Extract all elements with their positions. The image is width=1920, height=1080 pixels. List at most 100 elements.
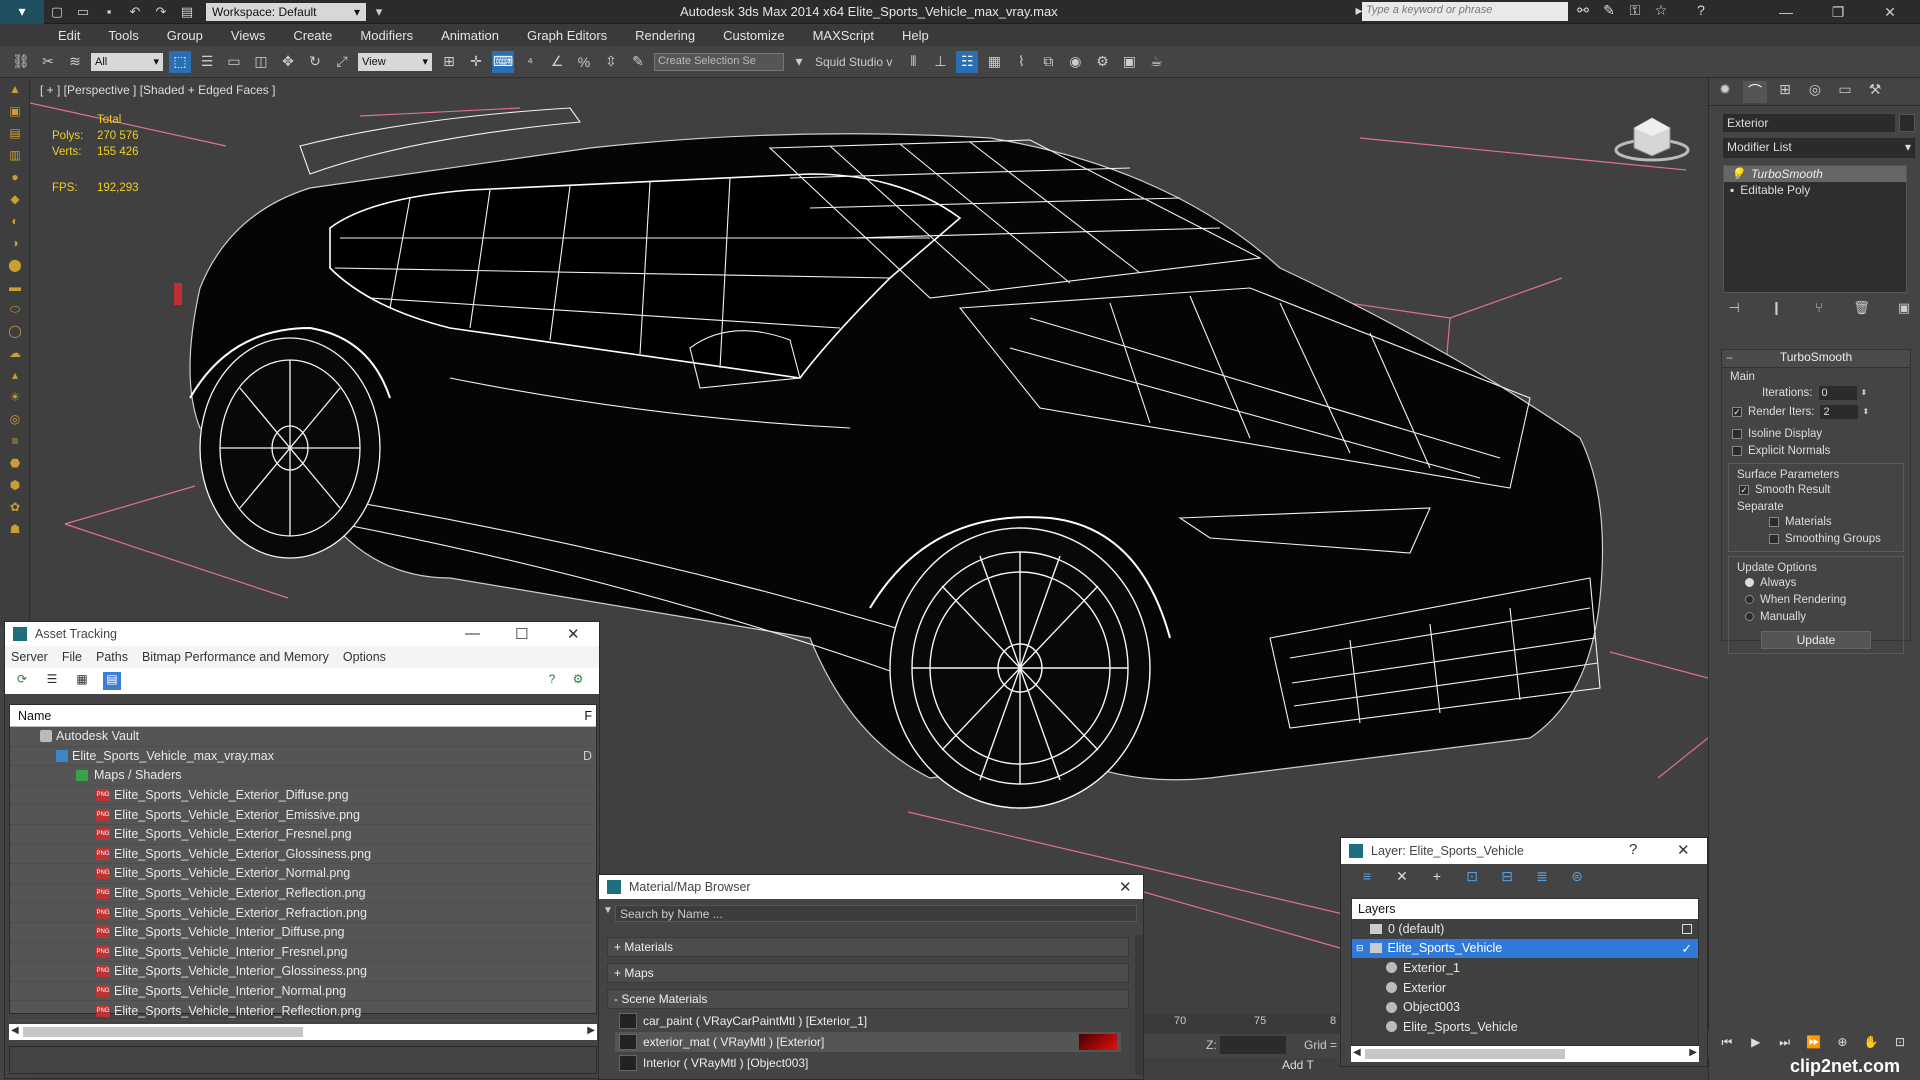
update-always-radio[interactable] xyxy=(1745,578,1754,587)
search-input[interactable]: Type a keyword or phrase xyxy=(1362,2,1568,21)
material-search-input[interactable]: Search by Name ... xyxy=(615,905,1137,922)
select-by-name-icon[interactable]: ☰ xyxy=(196,51,218,73)
rendered-frame-window-icon[interactable]: ▣ xyxy=(1118,51,1140,73)
checkmark-icon[interactable]: ✓ xyxy=(1682,941,1692,956)
help-icon[interactable]: ? xyxy=(543,672,561,690)
snaps-toggle-icon[interactable]: ⁴ xyxy=(519,51,541,73)
strip-icon-8[interactable]: ◑ xyxy=(4,236,26,254)
table-row[interactable]: PNG Elite_Sports_Vehicle_Interior_Fresnel… xyxy=(10,943,596,963)
scroll-left-icon[interactable]: ◀ xyxy=(11,1025,19,1036)
asset-menu-options[interactable]: Options xyxy=(343,650,386,664)
undo-icon[interactable]: ↶ xyxy=(124,2,146,22)
binoculars-icon[interactable]: ⚯ xyxy=(1572,2,1594,22)
table-row[interactable]: PNG Elite_Sports_Vehicle_Exterior_Glossin… xyxy=(10,845,596,865)
asset-tracking-titlebar[interactable]: Asset Tracking — ☐ ✕ xyxy=(5,622,599,646)
display-tab-icon[interactable]: ▭ xyxy=(1833,81,1857,103)
chevron-down-icon[interactable]: ▾ xyxy=(788,51,810,73)
update-manually-radio[interactable] xyxy=(1745,612,1754,621)
play-icon[interactable]: ▶ xyxy=(1747,1035,1765,1053)
scrollbar-thumb[interactable] xyxy=(1365,1049,1565,1059)
layer-window-titlebar[interactable]: Layer: Elite_Sports_Vehicle ? ✕ xyxy=(1341,838,1707,864)
create-tab-icon[interactable]: ✹ xyxy=(1713,81,1737,103)
update-when-rendering-radio[interactable] xyxy=(1745,595,1754,604)
table-view-icon[interactable]: ▤ xyxy=(103,672,121,690)
pan-view-icon[interactable]: ✋ xyxy=(1862,1035,1880,1053)
refresh-icon[interactable]: ⟳ xyxy=(13,672,31,690)
render-iters-checkbox[interactable]: ✓ xyxy=(1732,406,1742,417)
strip-icon-1[interactable]: ▲ xyxy=(4,82,26,100)
scale-icon[interactable]: ⤢ xyxy=(331,51,353,73)
horizontal-scrollbar[interactable]: ◀ ▶ xyxy=(1351,1046,1699,1062)
mirror-icon[interactable]: ⫴ xyxy=(902,51,924,73)
help-icon[interactable]: ? xyxy=(1690,2,1712,22)
menu-animation[interactable]: Animation xyxy=(441,28,499,43)
app-logo-icon[interactable]: ▾ xyxy=(0,0,44,24)
collapse-icon[interactable]: ⊟ xyxy=(1356,943,1364,954)
render-setup-icon[interactable]: ⚙ xyxy=(1091,51,1113,73)
strip-icon-17[interactable]: ≡ xyxy=(4,434,26,452)
align-icon[interactable]: ⊥ xyxy=(929,51,951,73)
strip-icon-12[interactable]: ◯ xyxy=(4,324,26,342)
smooth-result-checkbox[interactable]: ✓ xyxy=(1739,484,1749,495)
asset-menu-paths[interactable]: Paths xyxy=(96,650,128,664)
go-to-start-icon[interactable]: ⏮ xyxy=(1718,1035,1736,1053)
strip-icon-2[interactable]: ▣ xyxy=(4,104,26,122)
menu-tools[interactable]: Tools xyxy=(108,28,138,43)
strip-icon-9[interactable]: ⬤ xyxy=(4,258,26,276)
add-time-tag-label[interactable]: Add T xyxy=(1282,1058,1314,1072)
remove-modifier-icon[interactable]: 🗑 xyxy=(1851,300,1873,320)
squid-studio-label[interactable]: Squid Studio v xyxy=(815,55,892,69)
pin-stack-icon[interactable]: ⊣ xyxy=(1723,300,1745,320)
isoline-display-checkbox[interactable] xyxy=(1732,428,1742,439)
strip-icon-6[interactable]: ◆ xyxy=(4,192,26,210)
bind-space-warp-icon[interactable]: ≋ xyxy=(64,51,86,73)
configure-sets-icon[interactable]: ▣ xyxy=(1893,300,1915,320)
list-view-icon[interactable]: ☰ xyxy=(43,672,61,690)
table-row[interactable]: PNG Elite_Sports_Vehicle_Interior_Reflect… xyxy=(10,1001,596,1021)
favorites-star-icon[interactable]: ☆ xyxy=(1650,2,1672,22)
menu-help[interactable]: Help xyxy=(902,28,929,43)
explicit-normals-checkbox[interactable] xyxy=(1732,445,1742,456)
scroll-left-icon[interactable]: ◀ xyxy=(1353,1047,1361,1058)
strip-icon-20[interactable]: ✿ xyxy=(4,500,26,518)
strip-icon-5[interactable]: ● xyxy=(4,170,26,188)
utilities-tab-icon[interactable]: ⚒ xyxy=(1863,81,1887,103)
quick-access-menu-icon[interactable]: ▾ xyxy=(368,2,390,22)
help-icon[interactable]: ? xyxy=(1629,841,1637,858)
z-coordinate-field[interactable] xyxy=(1220,1036,1286,1054)
redo-icon[interactable]: ↷ xyxy=(150,2,172,22)
close-icon[interactable]: ✕ xyxy=(1677,841,1690,859)
viewport-label[interactable]: [ + ] [Perspective ] [Shaded + Edged Fac… xyxy=(40,83,275,97)
scene-materials-section[interactable]: - Scene Materials xyxy=(607,989,1129,1009)
open-file-icon[interactable]: ▭ xyxy=(72,2,94,22)
go-to-end-icon[interactable]: ⏭ xyxy=(1776,1035,1794,1053)
render-iters-spinner[interactable]: 2 xyxy=(1820,404,1859,419)
asset-menu-file[interactable]: File xyxy=(62,650,82,664)
menu-rendering[interactable]: Rendering xyxy=(635,28,695,43)
workspace-dropdown[interactable]: Workspace: Default ▾ xyxy=(206,2,366,21)
menu-customize[interactable]: Customize xyxy=(723,28,784,43)
table-row[interactable]: PNG Elite_Sports_Vehicle_Interior_Normal.… xyxy=(10,982,596,1002)
tree-row-maps-folder[interactable]: Maps / Shaders xyxy=(10,766,596,786)
browser-options-icon[interactable]: ▼ xyxy=(603,905,613,916)
reference-coordinate-dropdown[interactable]: View ▾ xyxy=(358,52,432,71)
table-row[interactable]: PNG Elite_Sports_Vehicle_Exterior_Normal.… xyxy=(10,864,596,884)
column-f[interactable]: F xyxy=(584,709,592,723)
select-objects-in-layer-icon[interactable]: ⊡ xyxy=(1462,868,1482,886)
strip-icon-3[interactable]: ▤ xyxy=(4,126,26,144)
table-row[interactable]: PNG Elite_Sports_Vehicle_Exterior_Diffuse… xyxy=(10,786,596,806)
zoom-extents-icon[interactable]: ⊕ xyxy=(1833,1035,1851,1053)
object-name-field[interactable]: Exterior xyxy=(1723,114,1895,132)
separate-smoothing-groups-checkbox[interactable] xyxy=(1769,533,1779,544)
project-folder-icon[interactable]: ▤ xyxy=(176,2,198,22)
pivot-center-icon[interactable]: ⊞ xyxy=(438,51,460,73)
table-row[interactable]: PNG Elite_Sports_Vehicle_Exterior_Refract… xyxy=(10,903,596,923)
iterations-spinner[interactable]: 0 xyxy=(1818,385,1857,400)
update-button[interactable]: Update xyxy=(1761,631,1871,649)
scroll-right-icon[interactable]: ▶ xyxy=(587,1025,595,1036)
strip-icon-10[interactable]: ▬ xyxy=(4,280,26,298)
table-row[interactable]: PNG Elite_Sports_Vehicle_Interior_Diffuse… xyxy=(10,923,596,943)
add-selected-icon[interactable]: + xyxy=(1427,868,1447,886)
asset-menu-bitmap-performance[interactable]: Bitmap Performance and Memory xyxy=(142,650,329,664)
strip-icon-4[interactable]: ▥ xyxy=(4,148,26,166)
